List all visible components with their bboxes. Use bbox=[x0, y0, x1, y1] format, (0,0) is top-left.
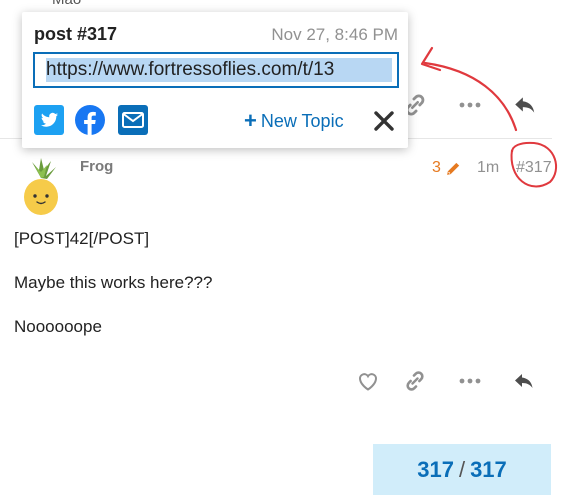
previous-post-author[interactable]: Mao bbox=[52, 0, 81, 8]
avatar[interactable] bbox=[18, 156, 64, 216]
topic-progress-text: 317/317 bbox=[373, 457, 551, 483]
share-date: Nov 27, 8:46 PM bbox=[271, 25, 398, 44]
topic-progress[interactable]: 317/317 bbox=[373, 444, 551, 495]
facebook-icon[interactable] bbox=[75, 105, 105, 135]
reply-icon[interactable] bbox=[512, 369, 536, 393]
post-author[interactable]: Frog bbox=[80, 158, 113, 175]
twitter-icon[interactable] bbox=[34, 105, 64, 135]
post-body-line: Noooooope bbox=[14, 317, 102, 336]
email-icon[interactable] bbox=[118, 105, 148, 135]
progress-separator: / bbox=[458, 457, 466, 482]
pencil-icon[interactable] bbox=[445, 160, 462, 177]
post-age[interactable]: 1m bbox=[477, 159, 499, 177]
reply-icon[interactable] bbox=[512, 92, 538, 118]
annotation-arrowhead bbox=[420, 46, 442, 72]
share-title: post #317 bbox=[34, 24, 118, 44]
more-icon[interactable] bbox=[458, 371, 482, 391]
link-icon[interactable] bbox=[403, 369, 427, 393]
close-icon[interactable] bbox=[372, 109, 396, 133]
post-body-line: Maybe this works here??? bbox=[14, 273, 213, 292]
progress-total: 317 bbox=[470, 457, 507, 482]
progress-current: 317 bbox=[417, 457, 454, 482]
new-topic-button[interactable]: + New Topic bbox=[244, 108, 344, 134]
post-body-line: [POST]42[/POST] bbox=[14, 229, 150, 248]
edit-count[interactable]: 3 bbox=[432, 159, 441, 177]
post-number[interactable]: #317 bbox=[516, 159, 552, 177]
heart-icon[interactable] bbox=[356, 369, 380, 393]
share-popup: post #317 Nov 27, 8:46 PM https://www.fo… bbox=[22, 12, 408, 148]
more-icon[interactable] bbox=[458, 95, 482, 115]
share-link-text[interactable]: https://www.fortressoflies.com/t/13 bbox=[46, 59, 398, 81]
new-topic-label: New Topic bbox=[260, 111, 344, 131]
plus-icon: + bbox=[244, 108, 257, 133]
